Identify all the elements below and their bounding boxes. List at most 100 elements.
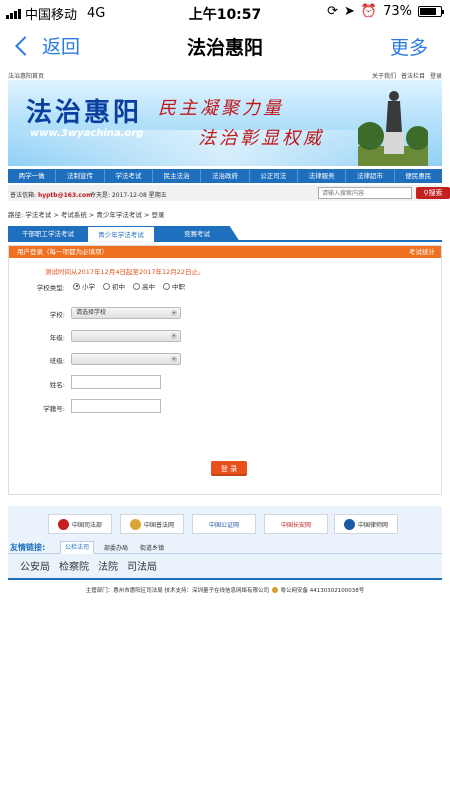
radio-junior[interactable]: 初中 [103, 281, 125, 291]
battery-icon [418, 6, 444, 17]
tab-youth-exam[interactable]: 青少年学法考试 [88, 226, 154, 242]
radio-dot-icon [163, 282, 170, 290]
login-panel: 用户登录（每一项都为必填项） 考试统计 测试时间从2017年12月4日起至201… [8, 245, 442, 495]
login-button[interactable]: 登 录 [211, 461, 247, 476]
footer-divider [8, 578, 442, 580]
friend-link[interactable]: 检察院 [59, 558, 89, 573]
search-input[interactable] [318, 187, 412, 199]
friend-link[interactable]: 司法局 [127, 558, 157, 573]
friend-link[interactable]: 公安局 [20, 558, 50, 573]
mailbox-email[interactable]: hyptb@163.com [38, 192, 92, 199]
class-label: 班级: [49, 357, 65, 365]
location-icon: ➤ [344, 4, 355, 19]
top-link-about[interactable]: 关于我们 [372, 71, 396, 80]
logo-label: 中国公证网 [208, 521, 239, 529]
name-input[interactable] [71, 375, 161, 389]
school-select-value: 请选择学校 [76, 309, 107, 316]
top-link-login[interactable]: 登录 [430, 71, 442, 80]
grade-select[interactable] [71, 330, 181, 342]
friend-link[interactable]: 法院 [98, 558, 118, 573]
menu-item[interactable]: 学法考试 [105, 169, 153, 183]
school-label: 学校: [49, 311, 65, 319]
menu-item[interactable]: 民主法治 [153, 169, 202, 183]
emblem-icon [343, 518, 355, 530]
student-id-input[interactable] [71, 399, 161, 413]
breadcrumb: 路径: 学法考试 > 考试系统 > 青少年学法考试 > 登录 [8, 211, 165, 219]
school-select[interactable]: 请选择学校 [71, 307, 181, 319]
student-id-label: 学籍号: [43, 405, 65, 413]
tab-contest-exam[interactable]: 竞赛考试 [154, 226, 240, 242]
logo-chinapeace[interactable]: 中国长安网 [264, 514, 328, 534]
exam-tabs: 干部职工学法考试 青少年学法考试 竞赛考试 [8, 226, 442, 242]
logo-moj[interactable]: 中国司法部 [48, 514, 112, 534]
radio-senior[interactable]: 高中 [133, 281, 155, 291]
menu-item[interactable]: 便民惠民 [395, 169, 442, 183]
footer-icp[interactable]: 粤公网安备 44130302100038号 [281, 588, 365, 594]
friend-tab-courts[interactable]: 公检法司 [60, 541, 95, 554]
panel-header: 用户登录（每一项都为必填项） 考试统计 [9, 246, 441, 258]
friend-links-area: 中国司法部 中国普法网 中国公证网 中国长安网 中国律师网 友情链接: 公检法司… [8, 506, 442, 578]
banner-url: www.3wyachina.org [30, 128, 144, 139]
friend-tab-towns[interactable]: 街道乡镇 [136, 543, 168, 552]
menu-item[interactable]: 两学一做 [8, 169, 57, 183]
exam-notice: 测试时间从2017年12月4日起至2017年12月22日止。 [45, 268, 205, 276]
radio-label: 中职 [172, 283, 185, 291]
friend-tab-ministries[interactable]: 部委办局 [100, 543, 132, 552]
logo-label: 中国长安网 [280, 521, 311, 529]
chevron-down-icon [171, 310, 177, 316]
emblem-icon [129, 518, 141, 530]
top-link-columns[interactable]: 普法栏目 [401, 71, 425, 80]
chevron-down-icon [171, 333, 177, 339]
info-bar: 普法信箱: hyptb@163.com 今天是: 2017-12-08 星期五 … [8, 185, 450, 201]
school-type-group: 小学 初中 高中 中职 [73, 281, 185, 291]
menu-item[interactable]: 法律服务 [298, 169, 347, 183]
chevron-down-icon [171, 356, 177, 362]
panel-title: 用户登录（每一项都为必填项） [17, 248, 108, 256]
radio-dot-icon [103, 282, 110, 290]
name-label: 姓名: [49, 381, 65, 389]
rotation-lock-icon: ⟳ [327, 4, 338, 19]
status-right: ⟳ ➤ ⏰ 73% [327, 4, 444, 19]
page-title: 法治惠阳 [186, 37, 263, 59]
more-button[interactable]: 更多 [390, 33, 428, 60]
menu-item[interactable]: 法制宣传 [56, 169, 105, 183]
logo-notary[interactable]: 中国公证网 [192, 514, 256, 534]
today-date: 今天是: 2017-12-08 星期五 [90, 192, 167, 199]
exam-stats-link[interactable]: 考试统计 [409, 246, 435, 258]
logo-legalinfo[interactable]: 中国普法网 [120, 514, 184, 534]
friend-links-title: 友情链接: [10, 543, 46, 552]
police-emblem-icon [271, 587, 278, 593]
school-type-label: 学校类型: [36, 284, 65, 292]
logo-label: 中国普法网 [143, 521, 174, 529]
site-top-bar: 法治惠阳首页 关于我们 普法栏目 登录 [8, 71, 442, 80]
class-select[interactable] [71, 353, 181, 365]
menu-item[interactable]: 公正司法 [250, 169, 298, 183]
top-links: 关于我们 普法栏目 登录 [372, 71, 442, 80]
radio-dot-icon [73, 282, 80, 290]
logo-label: 中国司法部 [71, 521, 102, 529]
site-footer: 主管部门：惠州市惠阳区司法局 技术支持：深圳量子在线信息网络有限公司 粤公网安备… [8, 586, 442, 594]
search-button-label: 搜索 [428, 189, 443, 197]
home-link[interactable]: 法治惠阳首页 [8, 73, 44, 80]
menu-item[interactable]: 法律超市 [346, 169, 395, 183]
radio-label: 小学 [82, 283, 95, 291]
site-banner: 法治惠阳 www.3wyachina.org 民主凝聚力量 法治彰显权威 [8, 80, 442, 166]
battery-percent: 73% [383, 4, 412, 19]
mailbox: 普法信箱: hyptb@163.com [10, 190, 92, 199]
grade-label: 年级: [49, 334, 65, 342]
search-button[interactable]: ⚲搜索 [416, 187, 450, 199]
alarm-icon: ⏰ [360, 4, 378, 19]
site-menu: 两学一做 法制宣传 学法考试 民主法治 法治政府 公正司法 法律服务 法律超市 … [8, 169, 442, 183]
status-bar: 中国移动 4G 上午10:57 ⟳ ➤ ⏰ 73% [0, 0, 450, 24]
radio-dot-icon [133, 282, 140, 290]
mailbox-label: 普法信箱: [10, 192, 37, 199]
logo-acla[interactable]: 中国律师网 [334, 514, 398, 534]
radio-label: 高中 [142, 283, 155, 291]
radio-primary[interactable]: 小学 [73, 281, 95, 291]
radio-label: 初中 [112, 283, 125, 291]
tab-cadre-exam[interactable]: 干部职工学法考试 [8, 226, 88, 242]
radio-vocational[interactable]: 中职 [163, 281, 185, 291]
friend-links-list: 公安局 检察院 法院 司法局 [20, 558, 157, 573]
menu-item[interactable]: 法治政府 [201, 169, 250, 183]
statue-image [358, 91, 428, 166]
